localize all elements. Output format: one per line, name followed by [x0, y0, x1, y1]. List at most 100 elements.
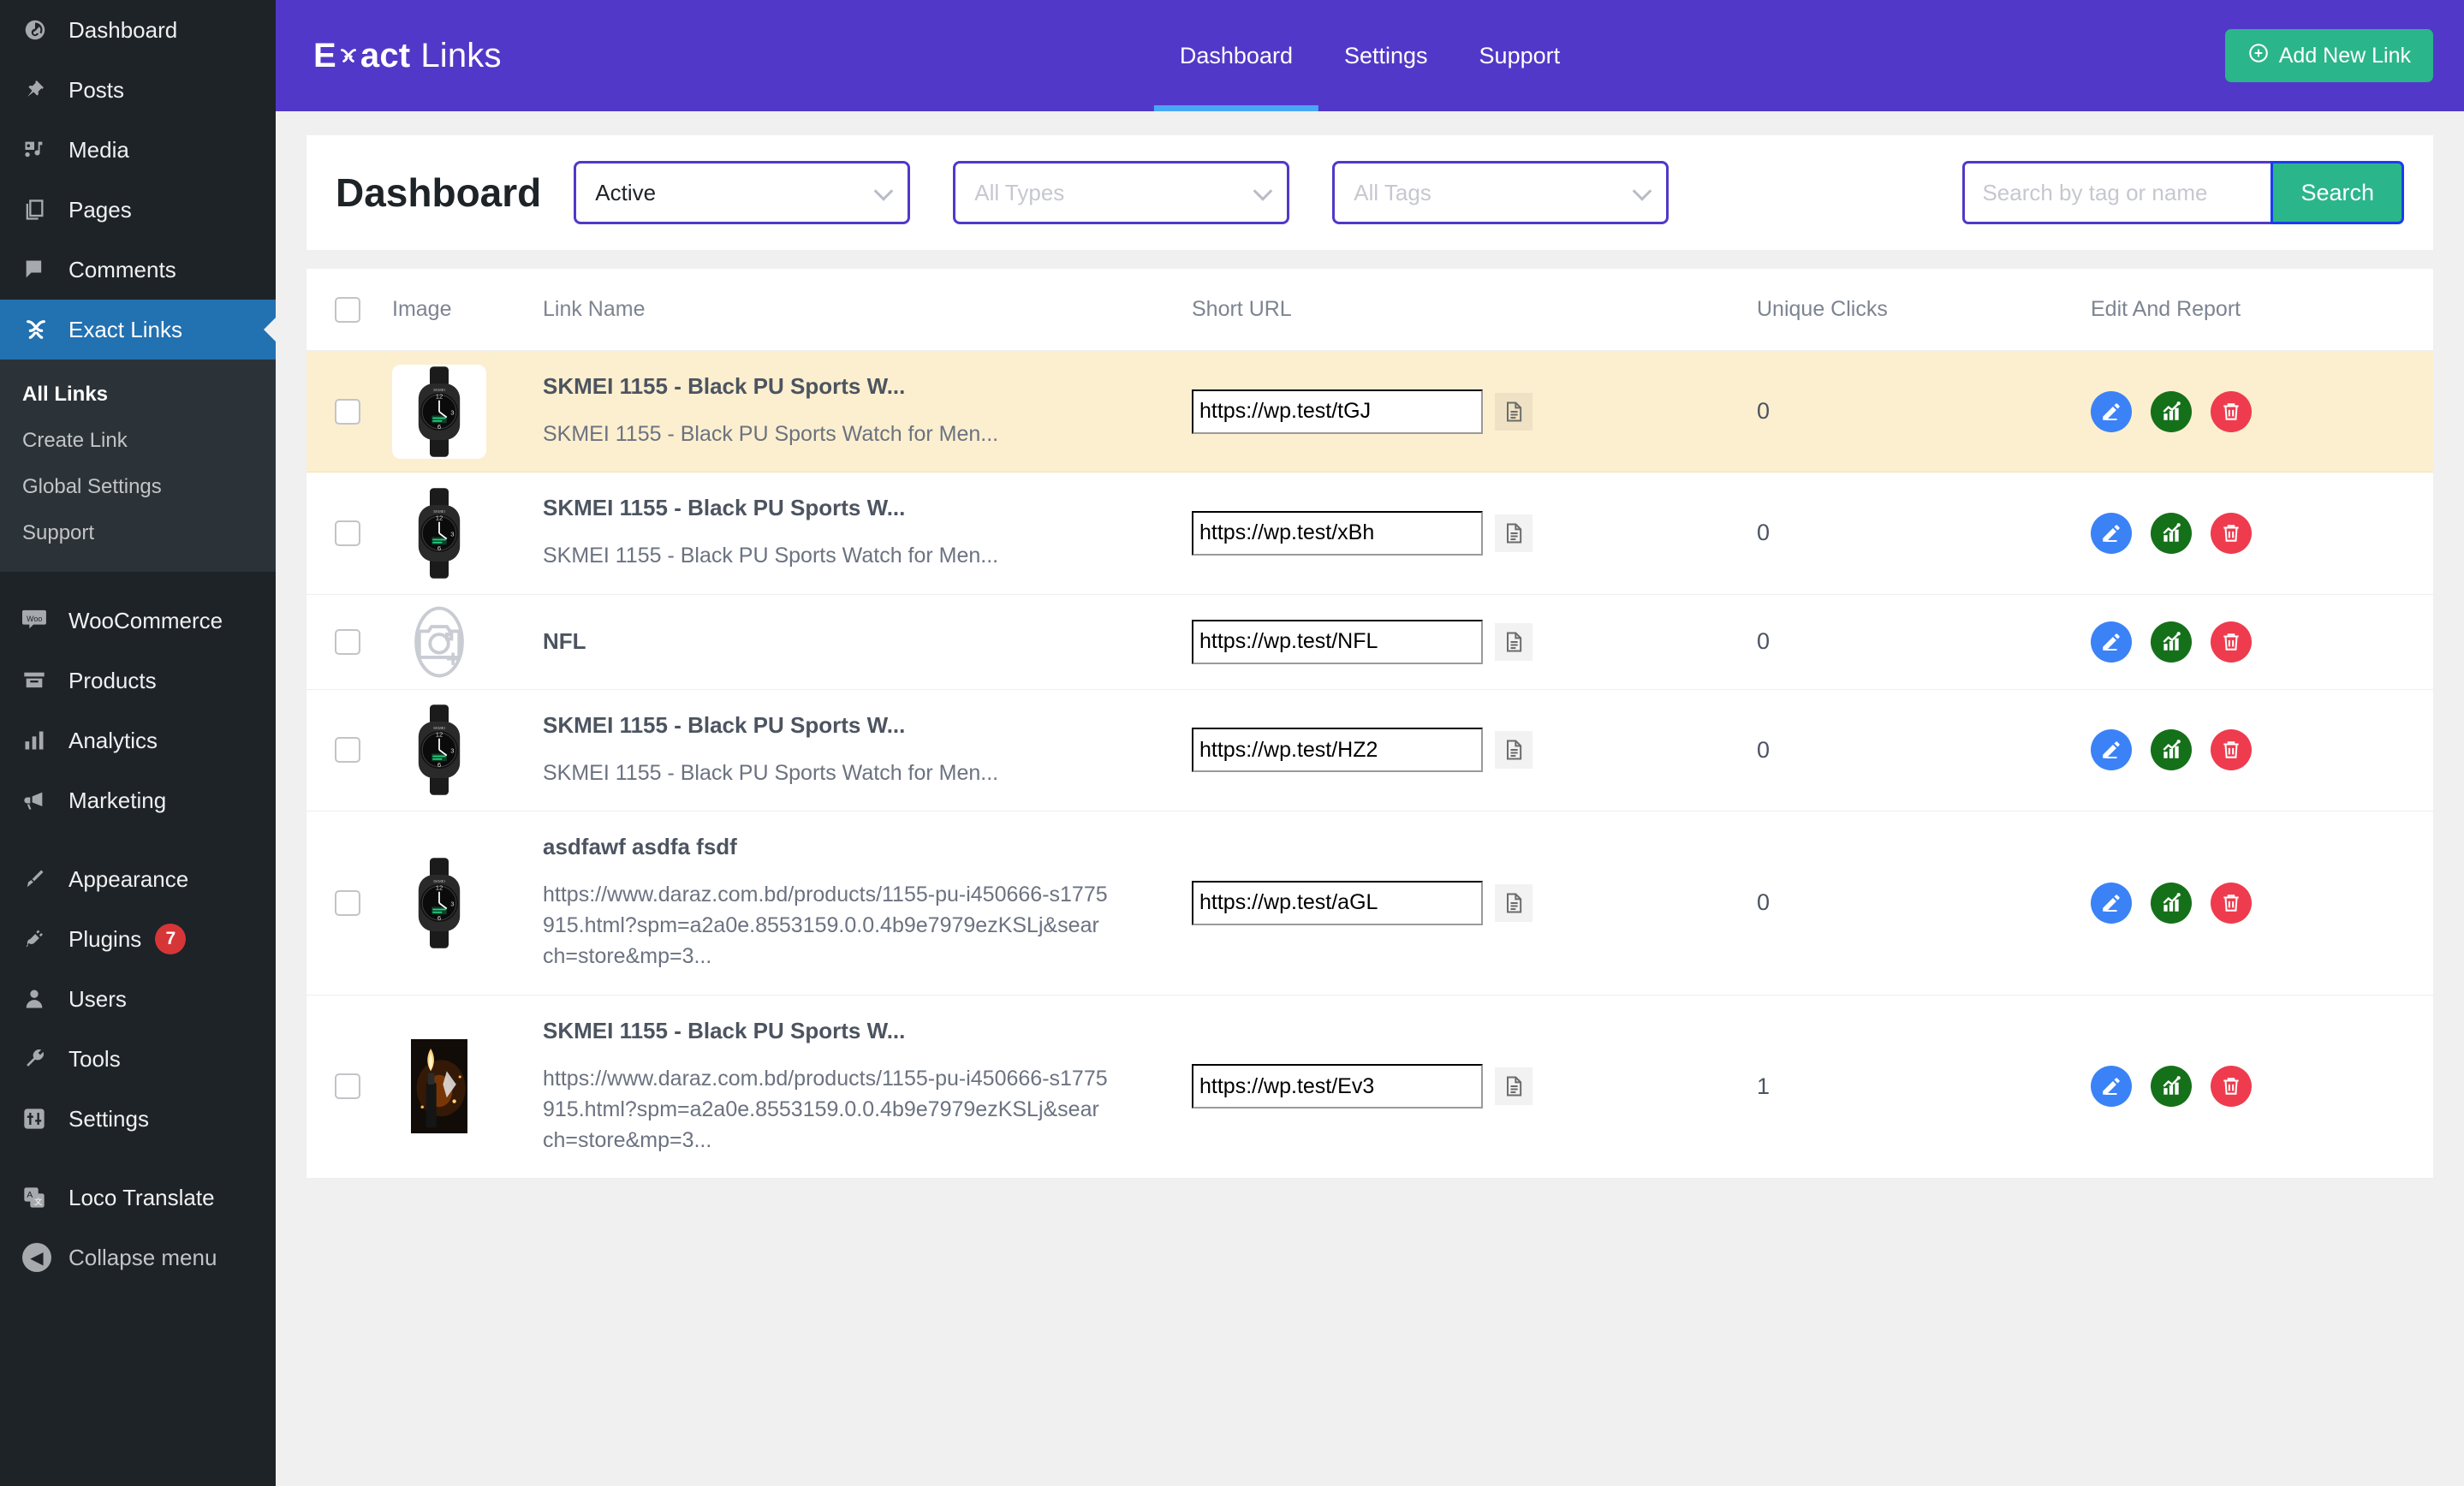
- search-input[interactable]: [1962, 161, 2271, 224]
- row-checkbox[interactable]: [335, 737, 360, 764]
- sidebar-item-marketing[interactable]: Marketing: [0, 770, 276, 830]
- svg-text:Woo: Woo: [27, 615, 42, 623]
- short-url-input[interactable]: [1192, 389, 1483, 434]
- sidebar-item-label: Settings: [68, 1105, 149, 1132]
- wrench-icon: [22, 1047, 57, 1071]
- sidebar-item-products[interactable]: Products: [0, 651, 276, 710]
- edit-pencil-icon[interactable]: [2091, 390, 2132, 432]
- copy-document-icon[interactable]: [1495, 622, 1533, 661]
- sidebar-item-woocommerce[interactable]: Woo WooCommerce: [0, 591, 276, 651]
- settings-icon: [22, 1107, 57, 1131]
- row-checkbox[interactable]: [335, 1073, 360, 1100]
- media-icon: [22, 138, 57, 162]
- sidebar-item-settings[interactable]: Settings: [0, 1089, 276, 1149]
- sidebar-item-label: Media: [68, 136, 129, 163]
- row-checkbox[interactable]: [335, 398, 360, 425]
- delete-trash-icon[interactable]: [2211, 1066, 2252, 1108]
- sidebar-item-pages[interactable]: Pages: [0, 180, 276, 240]
- delete-trash-icon[interactable]: [2211, 729, 2252, 771]
- sidebar-item-exact-links[interactable]: Exact Links: [0, 300, 276, 360]
- short-url-input[interactable]: [1192, 619, 1483, 664]
- short-url-input[interactable]: [1192, 510, 1483, 556]
- edit-pencil-icon[interactable]: [2091, 729, 2132, 771]
- wp-admin-sidebar: Dashboard Posts Media Pages Comments Exa…: [0, 0, 276, 1486]
- sidebar-subitem-global-settings[interactable]: Global Settings: [0, 464, 276, 510]
- edit-pencil-icon[interactable]: [2091, 1066, 2132, 1108]
- link-name: NFL: [543, 628, 586, 654]
- report-chart-icon[interactable]: [2151, 1066, 2192, 1108]
- row-short-url-cell: [1192, 473, 1757, 593]
- exact-x-icon: [337, 45, 360, 67]
- link-thumbnail: [392, 364, 486, 459]
- sidebar-item-media[interactable]: Media: [0, 120, 276, 180]
- submenu-label: Global Settings: [22, 475, 162, 498]
- report-chart-icon[interactable]: [2151, 729, 2192, 771]
- nav-tab-settings[interactable]: Settings: [1318, 0, 1454, 111]
- copy-document-icon[interactable]: [1495, 883, 1533, 922]
- nav-tab-dashboard[interactable]: Dashboard: [1153, 0, 1319, 111]
- sidebar-item-dashboard[interactable]: Dashboard: [0, 0, 276, 60]
- row-checkbox[interactable]: [335, 889, 360, 916]
- select-all-checkbox[interactable]: [335, 296, 360, 323]
- sidebar-item-label: Loco Translate: [68, 1184, 215, 1210]
- sidebar-subitem-all-links[interactable]: All Links: [0, 372, 276, 418]
- delete-trash-icon[interactable]: [2211, 882, 2252, 924]
- report-chart-icon[interactable]: [2151, 621, 2192, 663]
- brush-icon: [22, 867, 57, 891]
- short-url-input[interactable]: [1192, 1064, 1483, 1109]
- sidebar-item-plugins[interactable]: Plugins 7: [0, 909, 276, 969]
- edit-pencil-icon[interactable]: [2091, 512, 2132, 554]
- sidebar-item-analytics[interactable]: Analytics: [0, 710, 276, 770]
- exact-links-logo[interactable]: E act Links: [313, 37, 502, 75]
- short-url-input[interactable]: [1192, 728, 1483, 773]
- report-chart-icon[interactable]: [2151, 390, 2192, 432]
- row-checkbox[interactable]: [335, 628, 360, 655]
- sidebar-subitem-support[interactable]: Support: [0, 510, 276, 556]
- sidebar-item-comments[interactable]: Comments: [0, 240, 276, 300]
- status-filter-select[interactable]: Active: [574, 161, 911, 224]
- sidebar-item-tools[interactable]: Tools: [0, 1029, 276, 1089]
- products-icon: [22, 669, 57, 692]
- sidebar-item-posts[interactable]: Posts: [0, 60, 276, 120]
- table-header-row: Image Link Name Short URL Unique Clicks …: [307, 269, 2433, 351]
- nav-tab-support[interactable]: Support: [1454, 0, 1586, 111]
- link-name: SKMEI 1155 - Black PU Sports W...: [543, 711, 906, 738]
- admin-page: Dashboard Posts Media Pages Comments Exa…: [0, 0, 2464, 1486]
- sidebar-item-users[interactable]: Users: [0, 969, 276, 1029]
- sidebar-item-label: Posts: [68, 76, 125, 103]
- table-row: SKMEI 1155 - Black PU Sports W... https:/…: [307, 996, 2433, 1180]
- camera-placeholder-icon: [392, 595, 486, 689]
- report-chart-icon[interactable]: [2151, 882, 2192, 924]
- plugins-update-badge: 7: [155, 924, 187, 954]
- delete-trash-icon[interactable]: [2211, 621, 2252, 663]
- edit-pencil-icon[interactable]: [2091, 882, 2132, 924]
- copy-document-icon[interactable]: [1495, 731, 1533, 770]
- unique-clicks-value: 1: [1757, 1073, 1771, 1099]
- sidebar-item-appearance[interactable]: Appearance: [0, 849, 276, 909]
- exact-links-submenu: All Links Create Link Global Settings Su…: [0, 360, 276, 572]
- plugin-nav: Dashboard Settings Support: [1153, 0, 1586, 111]
- short-url-input[interactable]: [1192, 880, 1483, 925]
- sidebar-item-loco-translate[interactable]: A文 Loco Translate: [0, 1168, 276, 1227]
- sidebar-subitem-create-link[interactable]: Create Link: [0, 418, 276, 464]
- row-actions-cell: [2091, 595, 2433, 689]
- search-button[interactable]: Search: [2271, 161, 2404, 224]
- row-checkbox[interactable]: [335, 520, 360, 546]
- delete-trash-icon[interactable]: [2211, 390, 2252, 432]
- copy-document-icon[interactable]: [1495, 1067, 1533, 1106]
- copy-document-icon[interactable]: [1495, 392, 1533, 431]
- tag-filter-placeholder: All Tags: [1354, 179, 1431, 205]
- sidebar-item-label: Users: [68, 985, 127, 1012]
- sidebar-item-label: Tools: [68, 1045, 121, 1072]
- link-destination: https://www.daraz.com.bd/products/1155-p…: [543, 1066, 1108, 1153]
- delete-trash-icon[interactable]: [2211, 512, 2252, 554]
- sidebar-collapse-menu[interactable]: ◀ Collapse menu: [0, 1227, 276, 1287]
- report-chart-icon[interactable]: [2151, 512, 2192, 554]
- copy-document-icon[interactable]: [1495, 514, 1533, 552]
- add-new-link-button[interactable]: Add New Link: [2224, 29, 2433, 82]
- edit-pencil-icon[interactable]: [2091, 621, 2132, 663]
- tag-filter-select[interactable]: All Tags: [1332, 161, 1669, 224]
- table-row: asdfawf asdfa fsdf https://www.daraz.com.…: [307, 811, 2433, 996]
- type-filter-select[interactable]: All Types: [953, 161, 1290, 224]
- row-name-cell: SKMEI 1155 - Black PU Sports W... https:/…: [543, 996, 1192, 1179]
